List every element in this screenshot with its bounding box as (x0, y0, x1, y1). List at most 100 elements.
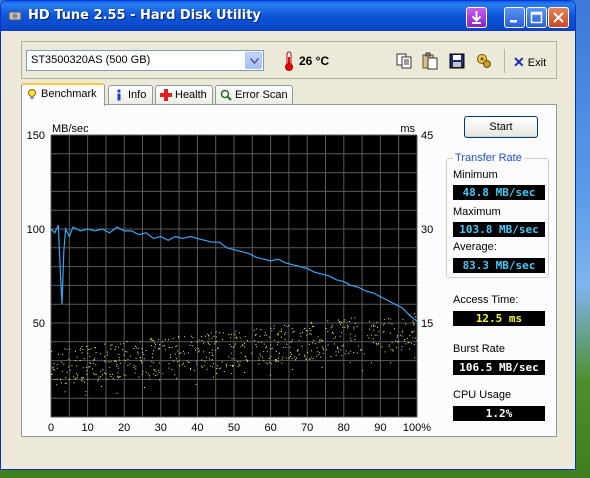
access-time-point (247, 359, 249, 361)
access-time-point (284, 325, 286, 326)
tab-info[interactable]: Info (108, 85, 153, 105)
access-time-point (89, 355, 91, 357)
drive-select[interactable]: ST3500320AS (500 GB) (26, 50, 264, 71)
access-time-point (62, 354, 64, 355)
access-time-point (127, 359, 129, 360)
access-time-point (176, 345, 178, 347)
paste-icon[interactable] (421, 52, 439, 70)
access-time-point (68, 378, 70, 380)
access-time-point (176, 377, 178, 379)
access-time-point (153, 373, 155, 375)
access-time-point (190, 369, 192, 371)
access-time-point (125, 375, 127, 377)
access-time-point (273, 328, 275, 330)
access-time-point (100, 376, 102, 378)
access-time-point (288, 324, 290, 326)
access-time-point (378, 330, 380, 332)
access-time-point (168, 363, 170, 365)
health-cross-icon (160, 89, 172, 101)
access-time-point (141, 360, 143, 362)
access-time-point (218, 347, 219, 349)
access-time-point (112, 378, 114, 380)
title-bar[interactable]: HD Tune 2.55 - Hard Disk Utility (1, 1, 575, 31)
access-time-point (311, 350, 312, 352)
access-time-point (313, 339, 315, 341)
options-icon[interactable] (475, 52, 493, 70)
access-time-value: 12.5 ms (453, 311, 545, 326)
access-time-point (193, 369, 195, 371)
minimize-button[interactable] (504, 7, 525, 28)
download-button[interactable] (466, 7, 487, 28)
access-time-point (68, 358, 70, 360)
access-time-point (79, 349, 81, 351)
access-time-point (341, 345, 343, 347)
access-time-point (138, 376, 140, 378)
access-time-point (355, 322, 356, 324)
maximum-value: 103.8 MB/sec (453, 222, 545, 237)
access-time-point (66, 382, 68, 384)
close-button[interactable] (548, 7, 569, 28)
tab-benchmark[interactable]: Benchmark (21, 83, 105, 106)
access-time-point (53, 369, 55, 371)
access-time-point (360, 348, 362, 350)
access-time-point (401, 331, 403, 333)
transfer-rate-title: Transfer Rate (453, 152, 524, 164)
x-tick-label: 80 (338, 422, 350, 434)
access-time-point (150, 345, 152, 347)
access-time-point (362, 370, 363, 372)
access-time-point (110, 375, 112, 377)
access-time-point (294, 356, 296, 358)
access-time-point (281, 358, 283, 360)
start-button[interactable]: Start (464, 116, 538, 138)
exit-button[interactable]: ✕ Exit (513, 53, 546, 70)
access-time-point (192, 337, 194, 339)
tab-label: Benchmark (41, 88, 97, 100)
access-time-point (276, 359, 277, 361)
access-time-point (89, 361, 91, 363)
access-time-point (223, 332, 224, 334)
access-time-point (210, 332, 212, 334)
dropdown-button[interactable] (245, 52, 262, 69)
access-time-point (153, 362, 155, 364)
tab-health[interactable]: Health (155, 85, 213, 105)
access-time-point (384, 351, 386, 353)
access-time-point (358, 345, 360, 347)
access-time-point (411, 331, 413, 333)
cpu-usage-label: CPU Usage (453, 389, 512, 401)
save-icon[interactable] (448, 52, 466, 70)
access-time-point (141, 348, 143, 349)
access-time-point (396, 346, 398, 348)
access-time-point (391, 342, 393, 344)
access-time-point (309, 328, 311, 329)
exit-icon: ✕ (513, 54, 525, 70)
access-time-point (281, 330, 282, 332)
access-time-point (305, 330, 307, 332)
access-time-point (302, 332, 303, 334)
access-time-point (291, 339, 293, 341)
tab-error-scan[interactable]: Error Scan (215, 85, 293, 105)
benchmark-chart: 150100504530150 10 20 30 40 50 60 70 80 90 100%MB/… (27, 123, 434, 434)
access-time-point (97, 380, 99, 382)
main-window: HD Tune 2.55 - Hard Disk Utility ST35003… (0, 0, 576, 470)
maximize-button[interactable] (526, 7, 547, 28)
access-time-point (215, 331, 217, 333)
access-time-point (273, 339, 275, 341)
access-time-point (76, 376, 78, 378)
access-time-point (190, 341, 192, 343)
access-time-point (235, 343, 237, 345)
access-time-point (297, 349, 299, 351)
tab-label: Error Scan (235, 89, 288, 101)
access-time-point (308, 358, 310, 360)
access-time-point (304, 355, 306, 357)
access-time-point (233, 345, 235, 347)
access-time-point (348, 353, 350, 354)
access-time-point (304, 328, 306, 329)
access-time-point (116, 366, 118, 367)
access-time-point (327, 331, 329, 333)
access-time-point (383, 331, 385, 333)
access-time-point (319, 352, 321, 354)
copy-icon[interactable] (395, 52, 413, 70)
access-time-point (333, 343, 335, 345)
access-time-point (310, 330, 312, 331)
access-time-point (154, 346, 156, 348)
